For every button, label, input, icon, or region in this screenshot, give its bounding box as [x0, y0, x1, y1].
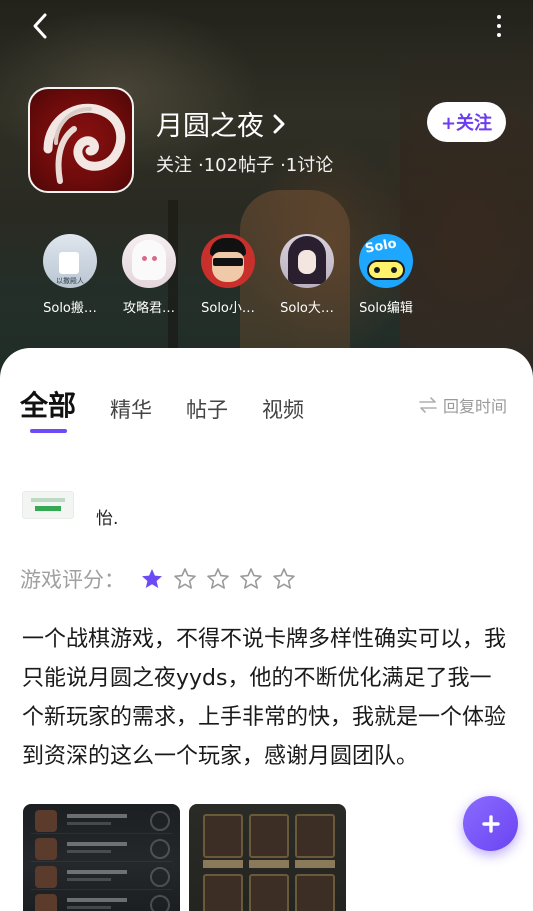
tab-videos[interactable]: 视频 — [262, 394, 304, 424]
star-empty-icon — [168, 566, 201, 592]
star-empty-icon — [201, 566, 234, 592]
active-tab-indicator — [30, 429, 67, 433]
tab-featured[interactable]: 精华 — [110, 394, 152, 424]
avatar — [280, 234, 334, 288]
moderator-name: Solo大… — [280, 301, 334, 316]
create-post-button[interactable] — [463, 796, 518, 851]
game-stats: 关注 ·102帖子 ·1讨论 — [156, 151, 333, 177]
moderator-item[interactable]: 攻略君… — [109, 234, 189, 316]
sort-label: 回复时间 — [442, 397, 507, 416]
post-image-1[interactable] — [23, 804, 180, 911]
moderator-item[interactable]: Solo Solo编辑 — [346, 234, 426, 316]
follow-button[interactable]: +关注 — [427, 102, 506, 142]
moderator-item[interactable]: 以撒殿人 Solo搬… — [30, 234, 110, 316]
moderator-item[interactable]: Solo小… — [188, 234, 268, 316]
moderator-name: Solo小… — [201, 301, 255, 316]
content-sheet: 全部 精华 帖子 视频 回复时间 怡. 游戏评分： 一个战棋游戏，不得不说卡牌多… — [0, 348, 533, 911]
star-filled-icon — [135, 566, 168, 592]
tab-bar: 全部 精华 帖子 视频 — [20, 384, 338, 424]
followers-stat: 关注 — [156, 155, 192, 176]
tab-all[interactable]: 全部 — [20, 384, 76, 424]
chevron-right-icon — [273, 114, 285, 133]
rating-label: 游戏评分： — [20, 568, 125, 592]
avatar — [201, 234, 255, 288]
avatar[interactable] — [22, 490, 74, 519]
chevron-left-icon — [33, 13, 47, 39]
avatar-caption: 以撒殿人 — [56, 277, 84, 285]
sort-button[interactable]: 回复时间 — [419, 393, 507, 417]
plus-icon — [481, 814, 500, 833]
moderator-name: 攻略君… — [122, 301, 175, 316]
avatar: 以撒殿人 — [43, 234, 97, 288]
back-button[interactable] — [24, 10, 56, 42]
post-body[interactable]: 一个战棋游戏，不得不说卡牌多样性确实可以，我只能说月圆之夜yyds，他的不断优化… — [22, 620, 512, 776]
avatar: Solo — [359, 234, 413, 288]
post-author: 怡. — [22, 480, 118, 529]
posts-stat: ·102帖子 — [198, 155, 275, 176]
author-name[interactable]: 怡. — [96, 504, 118, 529]
avatar — [122, 234, 176, 288]
tab-posts[interactable]: 帖子 — [186, 394, 228, 424]
moderator-name: Solo搬… — [43, 301, 97, 316]
game-title-link[interactable]: 月圆之夜 — [156, 104, 286, 143]
game-logo[interactable] — [28, 87, 134, 193]
moon-swirl-icon — [43, 103, 126, 184]
star-empty-icon — [234, 566, 267, 592]
star-empty-icon — [267, 566, 300, 592]
discussions-stat: ·1讨论 — [280, 155, 334, 176]
post-image-2[interactable] — [189, 804, 346, 911]
moderator-name: Solo编辑 — [359, 301, 413, 316]
moderator-list: 以撒殿人 Solo搬… 攻略君… Solo小… Solo大… Solo Solo… — [30, 234, 430, 324]
swap-icon — [419, 397, 437, 413]
game-rating: 游戏评分： — [20, 564, 300, 594]
more-vertical-icon — [497, 15, 501, 19]
solo-logo-text: Solo — [363, 236, 398, 257]
moderator-item[interactable]: Solo大… — [267, 234, 347, 316]
more-options-button[interactable] — [491, 12, 507, 40]
game-title: 月圆之夜 — [156, 111, 264, 142]
